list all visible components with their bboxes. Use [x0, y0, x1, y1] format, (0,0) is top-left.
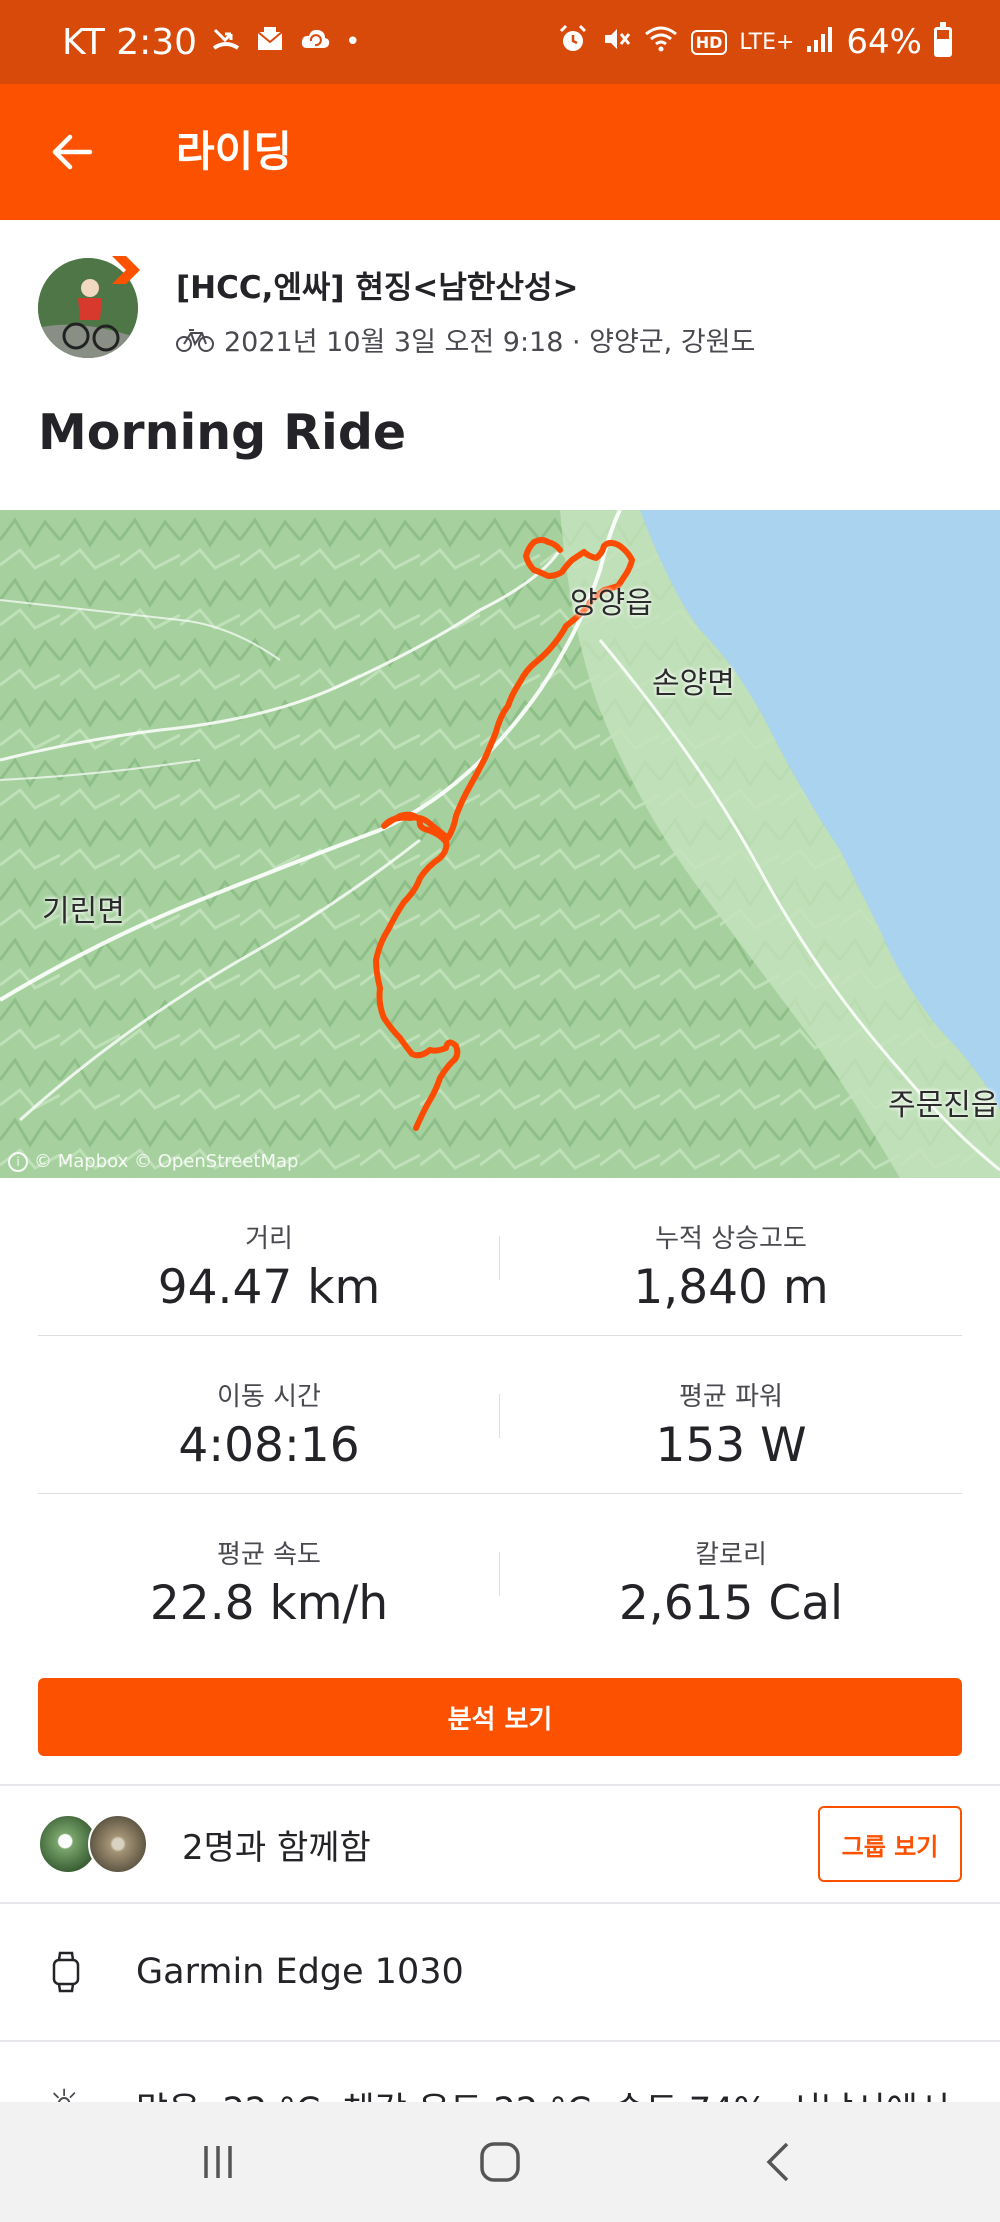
stat-value: 22.8 km/h [149, 1576, 389, 1631]
stat-value: 94.47 km [157, 1260, 381, 1315]
status-bar: KT 2:30 • HD LTE+ 64% [0, 0, 1000, 84]
nav-back-button[interactable] [718, 2102, 838, 2222]
back-icon [766, 2142, 789, 2182]
stat-calories: 칼로리 2,615 Cal [500, 1494, 962, 1651]
device-name: Garmin Edge 1030 [136, 1952, 464, 1992]
alarm-icon [557, 23, 589, 61]
stats-grid: 거리 94.47 km 누적 상승고도 1,840 m 이동 시간 4:08:1… [38, 1178, 962, 1651]
premium-badge-icon [112, 256, 140, 284]
bicycle-icon [176, 328, 214, 352]
info-icon[interactable]: i [8, 1151, 28, 1172]
stat-row: 평균 속도 22.8 km/h 칼로리 2,615 Cal [38, 1494, 962, 1651]
battery-icon [934, 22, 952, 57]
hd-icon: HD [690, 29, 728, 55]
home-icon [480, 2142, 520, 2182]
carrier-time: KT 2:30 [62, 21, 198, 63]
map-attribution-text: © Mapbox © OpenStreetMap [34, 1151, 299, 1172]
signal-icon [806, 24, 834, 60]
mute-icon [601, 24, 631, 60]
stat-value: 153 W [655, 1418, 807, 1473]
map-attribution[interactable]: i © Mapbox © OpenStreetMap [8, 1151, 298, 1172]
map-label-jumunjin: 주문진읍 [888, 1088, 999, 1123]
stat-elevation-gain: 누적 상승고도 1,840 m [500, 1178, 962, 1335]
stat-label: 평균 속도 [217, 1540, 321, 1570]
sun-icon: ☼ [46, 2082, 82, 2102]
view-analysis-button[interactable]: 분석 보기 [38, 1678, 962, 1756]
home-button[interactable] [440, 2102, 560, 2222]
divider [0, 1784, 1000, 1786]
stat-label: 평균 파워 [679, 1382, 783, 1412]
route-map[interactable]: 양양읍 손양면 기린면 주문진읍 i © Mapbox © OpenStreet… [0, 510, 1000, 1178]
status-left: KT 2:30 • [62, 0, 360, 84]
recent-apps-button[interactable] [158, 2102, 278, 2222]
stat-avg-speed: 평균 속도 22.8 km/h [38, 1494, 500, 1651]
stat-label: 이동 시간 [217, 1382, 321, 1412]
map-canvas [0, 510, 1000, 1178]
arrow-left-icon [52, 134, 93, 170]
stat-value: 4:08:16 [178, 1418, 360, 1473]
activity-meta: 2021년 10월 3일 오전 9:18 · 양양군, 강원도 [176, 320, 755, 359]
status-dot: • [345, 27, 361, 57]
map-label-sonyang: 손양면 [652, 666, 735, 701]
battery-percent: 64% [846, 22, 922, 62]
stat-row: 이동 시간 4:08:16 평균 파워 153 W [38, 1336, 962, 1494]
status-right: HD LTE+ 64% [557, 0, 952, 84]
stat-label: 거리 [245, 1224, 293, 1254]
stat-moving-time: 이동 시간 4:08:16 [38, 1336, 500, 1493]
stat-value: 1,840 m [633, 1260, 829, 1315]
page-title: 라이딩 [176, 127, 292, 176]
stat-label: 누적 상승고도 [655, 1224, 807, 1254]
athlete-name[interactable]: [HCC,엔싸] 현징<남한산성> [176, 262, 578, 307]
stat-avg-power: 평균 파워 153 W [500, 1336, 962, 1493]
group-avatars[interactable] [38, 1814, 148, 1874]
divider [0, 1902, 1000, 1904]
wifi-icon [643, 24, 679, 60]
recent-apps-icon [204, 2146, 232, 2178]
missed-call-icon [211, 24, 241, 60]
activity-title: Morning Ride [38, 404, 407, 461]
stat-label: 칼로리 [695, 1540, 767, 1570]
view-group-button[interactable]: 그룹 보기 [818, 1806, 962, 1882]
map-label-girin: 기린면 [42, 894, 125, 929]
stat-row: 거리 94.47 km 누적 상승고도 1,840 m [38, 1178, 962, 1336]
back-button[interactable] [40, 120, 104, 184]
activity-datetime-location: 2021년 10월 3일 오전 9:18 · 양양군, 강원도 [224, 327, 756, 358]
group-text[interactable]: 2명과 함께함 [182, 1820, 371, 1869]
app-bar: 라이딩 [0, 84, 1000, 220]
avatar [88, 1814, 148, 1874]
stat-value: 2,615 Cal [618, 1576, 844, 1631]
watch-icon [52, 1951, 80, 1993]
map-label-yangyang: 양양읍 [570, 586, 653, 621]
weather-text: 맑음, 22 °C, 체감 온도 22 °C, 습도 74%, 서남서에서 [136, 2082, 950, 2102]
cloud-sync-icon [299, 24, 331, 60]
lte-icon: LTE+ [739, 29, 795, 55]
weather-row: ☼ 맑음, 22 °C, 체감 온도 22 °C, 습도 74%, 서남서에서 [0, 2040, 1000, 2102]
mail-icon [255, 24, 285, 60]
stat-distance: 거리 94.47 km [38, 1178, 500, 1335]
system-nav-bar [0, 2102, 1000, 2222]
